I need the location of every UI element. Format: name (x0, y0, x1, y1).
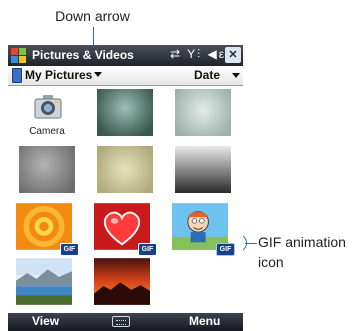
photo-image (175, 89, 231, 136)
thumbnail-photo[interactable] (90, 258, 160, 313)
thumbnail-photo[interactable] (168, 89, 238, 144)
softkey-bar: View Menu (8, 313, 243, 331)
gif-animation-icon: GIF (216, 243, 235, 256)
photo-image (97, 146, 153, 193)
gif-icon-callout-line2: icon (258, 254, 284, 270)
photo-image (97, 89, 153, 136)
thumbnail-grid: Camera GIF GIF GIF (8, 86, 243, 313)
gif-animation-icon: GIF (138, 243, 157, 256)
thumbnail-gif[interactable]: GIF (90, 203, 160, 258)
start-menu-icon[interactable] (10, 47, 27, 64)
menu-softkey[interactable]: Menu (189, 314, 220, 328)
gif-animation-icon: GIF (60, 243, 79, 256)
camera-label: Camera (29, 126, 65, 137)
photo-image (94, 258, 150, 305)
thumbnail-photo[interactable] (12, 258, 82, 313)
chevron-down-icon[interactable] (94, 72, 102, 77)
window-title: Pictures & Videos (32, 48, 134, 62)
camera-icon (34, 95, 62, 119)
gif-icon-callout-line1: GIF animation (258, 234, 346, 250)
photo-image (16, 258, 72, 305)
gif-icon-callout-line (245, 243, 257, 244)
status-icons[interactable]: ⇄ Y⫶ ◀ε (170, 47, 226, 62)
thumbnail-photo[interactable] (12, 146, 82, 201)
thumbnail-gif[interactable]: GIF (168, 203, 238, 258)
thumbnail-photo[interactable] (90, 89, 160, 144)
device-screen: Pictures & Videos ⇄ Y⫶ ◀ε ✕ My Pictures … (8, 45, 243, 331)
folder-dropdown-label[interactable]: My Pictures (25, 68, 92, 82)
title-bar: Pictures & Videos ⇄ Y⫶ ◀ε ✕ (8, 45, 243, 66)
sort-dropdown-label[interactable]: Date (194, 68, 220, 82)
close-button[interactable]: ✕ (225, 47, 241, 63)
folder-toolbar: My Pictures Date (8, 66, 243, 86)
folder-icon (12, 68, 22, 83)
thumbnail-photo[interactable] (90, 146, 160, 201)
down-arrow-callout-label: Down arrow (55, 8, 130, 24)
sort-chevron-down-icon[interactable] (232, 73, 240, 78)
gif-icon-callout-label: GIF animation icon (258, 232, 358, 272)
thumbnail-gif[interactable]: GIF (12, 203, 82, 258)
photo-image (175, 146, 231, 193)
photo-image (19, 146, 75, 193)
view-softkey[interactable]: View (32, 314, 59, 328)
thumbnail-camera[interactable]: Camera (12, 89, 82, 144)
thumbnail-photo[interactable] (168, 146, 238, 201)
keyboard-icon[interactable] (112, 316, 130, 327)
